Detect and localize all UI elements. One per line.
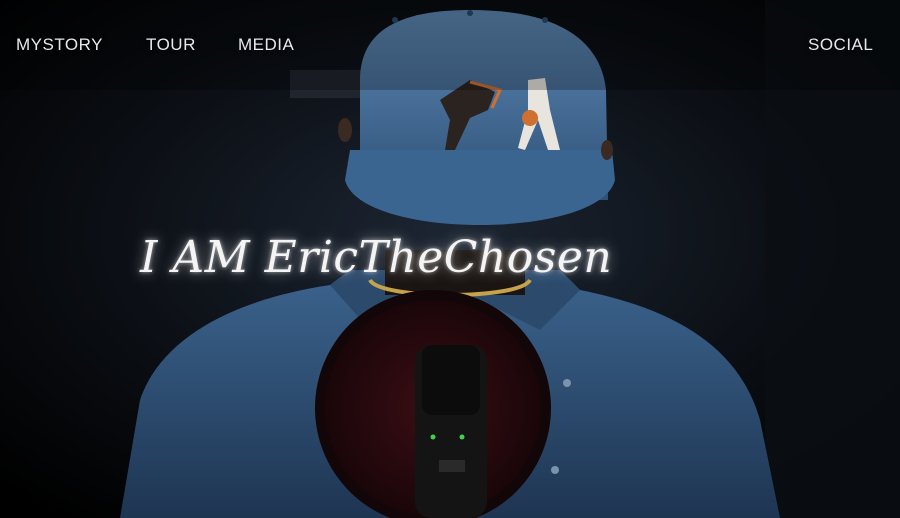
nav-media[interactable]: MEDIA	[238, 35, 294, 55]
hero-section: MYSTORY TOUR MEDIA SOCIAL I AM EricTheCh…	[0, 0, 900, 518]
nav-social[interactable]: SOCIAL	[808, 35, 873, 55]
nav-mystory[interactable]: MYSTORY	[16, 35, 103, 55]
nav-tour[interactable]: TOUR	[146, 35, 196, 55]
hero-title: I AM EricTheChosen	[140, 232, 613, 283]
